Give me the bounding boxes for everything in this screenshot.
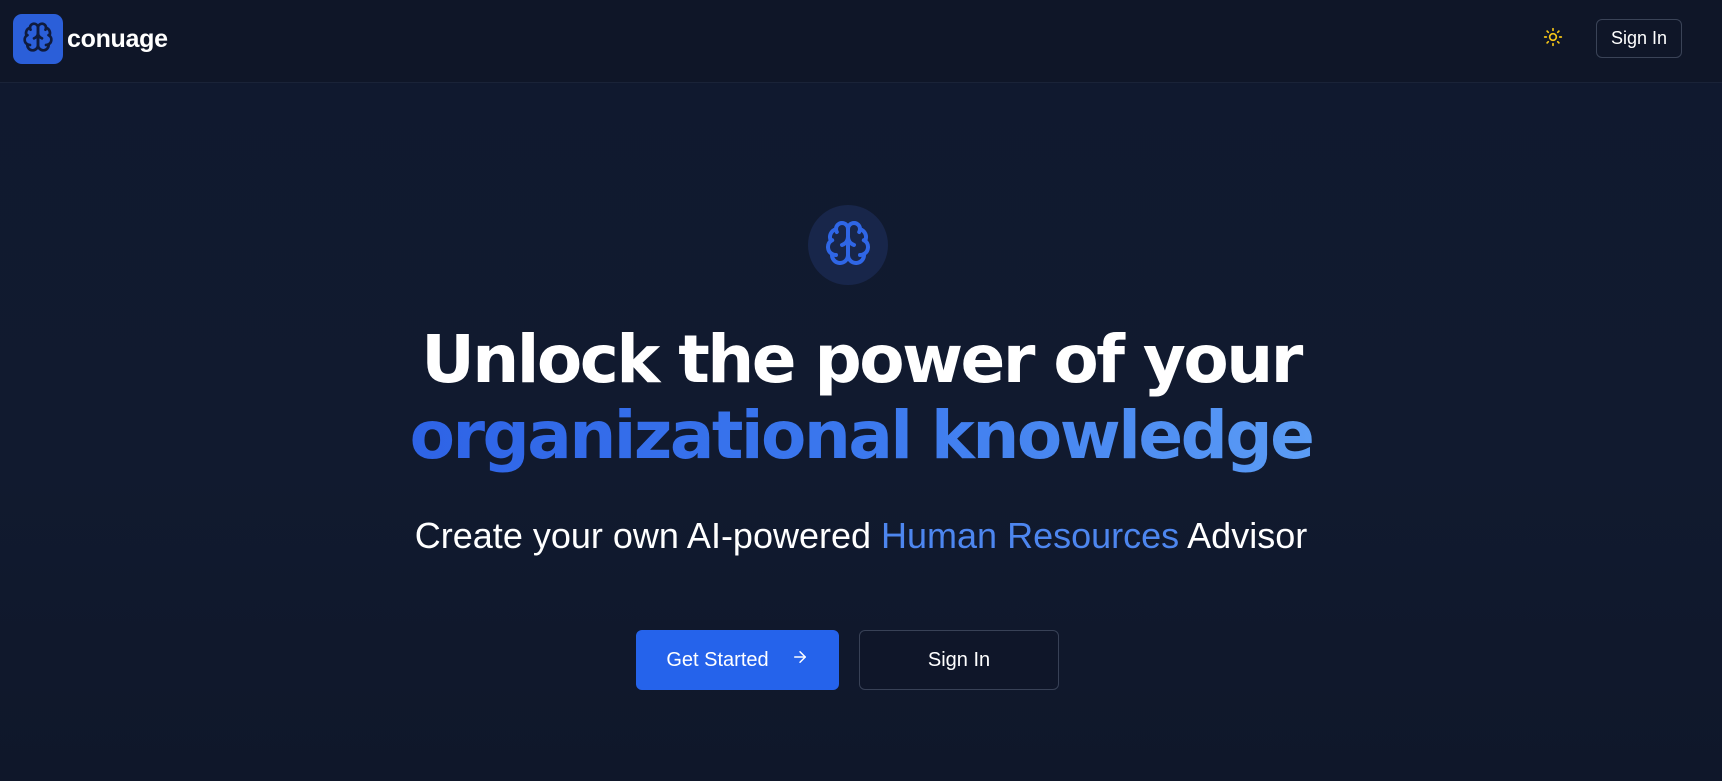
logo[interactable]	[13, 14, 63, 64]
hero-headline: Unlock the power of your organizational …	[0, 322, 1722, 474]
brand-name[interactable]: conuage	[67, 25, 168, 54]
subhead-suffix: Advisor	[1179, 515, 1308, 556]
subhead-highlight: Human Resources	[881, 515, 1180, 556]
hero-badge	[808, 205, 888, 285]
headline-line-1: Unlock the power of your	[421, 321, 1303, 398]
header-sign-in-button[interactable]: Sign In	[1596, 19, 1682, 58]
get-started-label: Get Started	[666, 648, 769, 671]
subhead-prefix: Create your own AI-powered	[414, 515, 882, 556]
top-nav: conuage Sign In	[0, 0, 1722, 83]
get-started-button[interactable]: Get Started	[636, 630, 839, 690]
brain-icon	[824, 219, 872, 272]
headline-line-2: organizational knowledge	[409, 397, 1315, 474]
theme-toggle-button[interactable]	[1538, 24, 1568, 54]
landing-page: conuage Sign In Unlock the power of your…	[0, 0, 1722, 781]
hero-subheading: Create your own AI-powered Human Resourc…	[0, 515, 1722, 557]
hero-sign-in-button[interactable]: Sign In	[859, 630, 1059, 690]
arrow-right-icon	[791, 648, 809, 672]
brain-icon	[22, 21, 54, 58]
sun-icon	[1543, 27, 1563, 52]
